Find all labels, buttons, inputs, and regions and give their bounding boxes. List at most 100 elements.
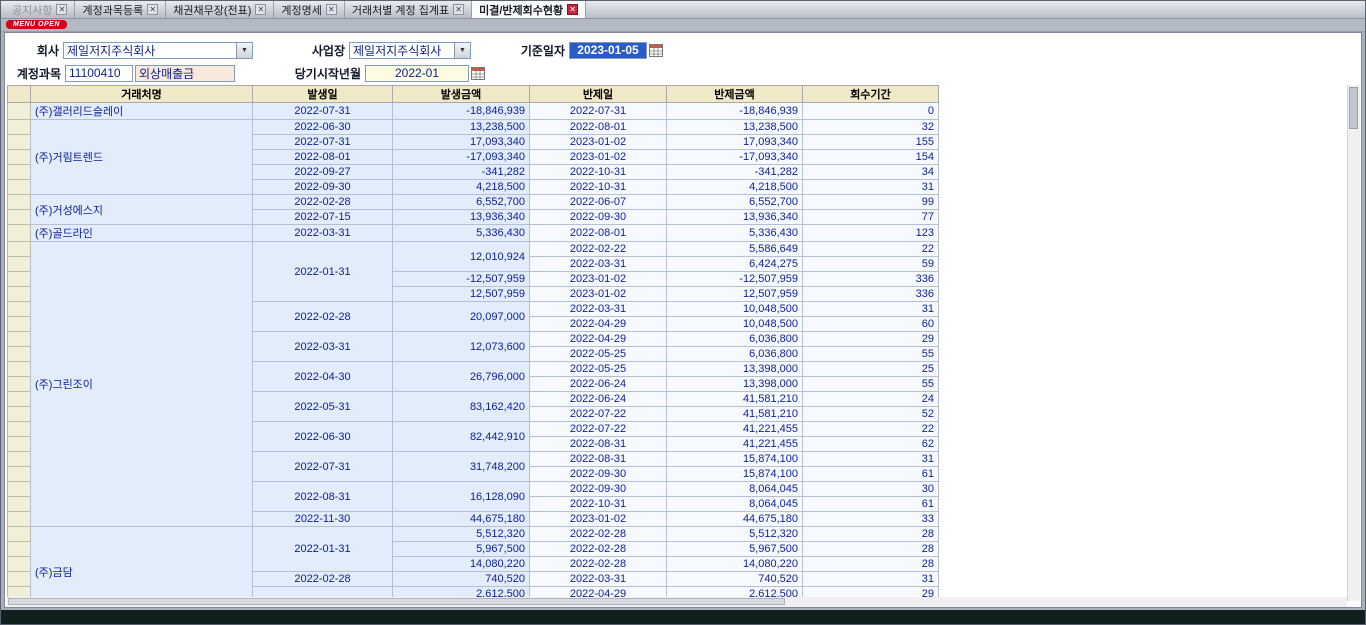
occur-amount-cell[interactable]: 83,162,420 <box>393 392 530 422</box>
collect-days-cell[interactable]: 154 <box>803 150 939 165</box>
row-selector[interactable] <box>8 225 31 242</box>
row-selector[interactable] <box>8 302 31 317</box>
row-selector[interactable] <box>8 452 31 467</box>
settle-amount-cell[interactable]: 17,093,340 <box>667 135 803 150</box>
collect-days-cell[interactable]: 31 <box>803 180 939 195</box>
occur-amount-cell[interactable]: 26,796,000 <box>393 362 530 392</box>
tab-close-icon[interactable]: ✕ <box>147 4 158 15</box>
collect-days-cell[interactable]: 24 <box>803 392 939 407</box>
row-selector[interactable] <box>8 527 31 542</box>
collect-days-cell[interactable]: 28 <box>803 557 939 572</box>
settle-date-cell[interactable]: 2022-07-31 <box>530 103 667 120</box>
collect-days-cell[interactable]: 30 <box>803 482 939 497</box>
row-selector[interactable] <box>8 467 31 482</box>
collect-days-cell[interactable]: 77 <box>803 210 939 225</box>
settle-amount-cell[interactable]: 5,512,320 <box>667 527 803 542</box>
occur-date-cell[interactable]: 2022-09-27 <box>253 165 393 180</box>
workplace-select[interactable]: 제일저지주식회사 ▼ <box>349 42 471 59</box>
occur-date-cell[interactable]: 2022-07-31 <box>253 452 393 482</box>
settle-date-cell[interactable]: 2022-04-29 <box>530 317 667 332</box>
occur-date-cell[interactable]: 2022-02-28 <box>253 302 393 332</box>
collect-days-cell[interactable]: 25 <box>803 362 939 377</box>
occur-date-cell[interactable]: 2022-11-30 <box>253 512 393 527</box>
chevron-down-icon[interactable]: ▼ <box>236 43 252 58</box>
collect-days-cell[interactable]: 31 <box>803 572 939 587</box>
row-selector[interactable] <box>8 317 31 332</box>
collect-days-cell[interactable]: 28 <box>803 527 939 542</box>
settle-amount-cell[interactable]: 41,581,210 <box>667 392 803 407</box>
occur-amount-cell[interactable]: 5,336,430 <box>393 225 530 242</box>
base-date-input[interactable] <box>569 42 647 59</box>
collect-days-cell[interactable]: 29 <box>803 332 939 347</box>
row-selector[interactable] <box>8 347 31 362</box>
settle-date-cell[interactable]: 2022-09-30 <box>530 467 667 482</box>
settle-amount-cell[interactable]: 41,221,455 <box>667 422 803 437</box>
settle-amount-cell[interactable]: 13,398,000 <box>667 377 803 392</box>
settle-amount-cell[interactable]: 10,048,500 <box>667 302 803 317</box>
tab-2[interactable]: 계정과목등록✕ <box>75 1 166 18</box>
collect-days-cell[interactable]: 336 <box>803 287 939 302</box>
settle-date-cell[interactable]: 2022-09-30 <box>530 210 667 225</box>
settle-amount-cell[interactable]: -12,507,959 <box>667 272 803 287</box>
occur-amount-cell[interactable]: 13,238,500 <box>393 120 530 135</box>
settle-date-cell[interactable]: 2022-03-31 <box>530 257 667 272</box>
collect-days-cell[interactable]: 31 <box>803 302 939 317</box>
collect-days-cell[interactable]: 22 <box>803 422 939 437</box>
collect-days-cell[interactable]: 33 <box>803 512 939 527</box>
row-selector[interactable] <box>8 195 31 210</box>
occur-amount-cell[interactable]: 5,512,320 <box>393 527 530 542</box>
row-selector[interactable] <box>8 180 31 195</box>
customer-cell[interactable]: (주)갤러리드슬레이 <box>31 103 253 120</box>
occur-amount-cell[interactable]: 12,010,924 <box>393 242 530 272</box>
settle-amount-cell[interactable]: 15,874,100 <box>667 452 803 467</box>
horizontal-scrollbar[interactable] <box>7 597 1347 607</box>
settle-amount-cell[interactable]: 41,221,455 <box>667 437 803 452</box>
row-selector[interactable] <box>8 150 31 165</box>
settle-amount-cell[interactable]: -18,846,939 <box>667 103 803 120</box>
company-select[interactable]: 제일저지주식회사 ▼ <box>63 42 253 59</box>
settle-date-cell[interactable]: 2022-02-28 <box>530 557 667 572</box>
scrollbar-thumb[interactable] <box>1349 87 1358 129</box>
row-selector[interactable] <box>8 392 31 407</box>
calendar-icon[interactable] <box>649 43 663 57</box>
row-selector[interactable] <box>8 287 31 302</box>
settle-date-cell[interactable]: 2023-01-02 <box>530 512 667 527</box>
settle-amount-cell[interactable]: 13,936,340 <box>667 210 803 225</box>
customer-cell[interactable]: (주)금담 <box>31 527 253 602</box>
table-row[interactable]: (주)골드라인2022-03-315,336,4302022-08-015,33… <box>8 225 939 242</box>
settle-amount-cell[interactable]: 8,064,045 <box>667 497 803 512</box>
table-row[interactable]: (주)거림트렌드2022-06-3013,238,5002022-08-0113… <box>8 120 939 135</box>
settle-date-cell[interactable]: 2022-09-30 <box>530 482 667 497</box>
row-selector[interactable] <box>8 332 31 347</box>
row-selector[interactable] <box>8 422 31 437</box>
occur-date-cell[interactable]: 2022-04-30 <box>253 362 393 392</box>
settle-date-cell[interactable]: 2022-06-24 <box>530 377 667 392</box>
occur-amount-cell[interactable]: 17,093,340 <box>393 135 530 150</box>
settle-date-cell[interactable]: 2022-08-01 <box>530 120 667 135</box>
row-selector[interactable] <box>8 437 31 452</box>
row-selector[interactable] <box>8 557 31 572</box>
settle-date-cell[interactable]: 2022-02-28 <box>530 527 667 542</box>
occur-amount-cell[interactable]: 4,218,500 <box>393 180 530 195</box>
collect-days-cell[interactable]: 28 <box>803 542 939 557</box>
row-selector[interactable] <box>8 377 31 392</box>
collect-days-cell[interactable]: 59 <box>803 257 939 272</box>
occur-amount-cell[interactable]: 13,936,340 <box>393 210 530 225</box>
chevron-down-icon[interactable]: ▼ <box>454 43 470 58</box>
settle-date-cell[interactable]: 2022-08-31 <box>530 437 667 452</box>
settle-date-cell[interactable]: 2022-03-31 <box>530 302 667 317</box>
occur-amount-cell[interactable]: -18,846,939 <box>393 103 530 120</box>
settle-amount-cell[interactable]: 740,520 <box>667 572 803 587</box>
occur-date-cell[interactable]: 2022-07-31 <box>253 103 393 120</box>
occur-date-cell[interactable]: 2022-01-31 <box>253 527 393 572</box>
occur-date-cell[interactable]: 2022-03-31 <box>253 225 393 242</box>
settle-date-cell[interactable]: 2022-02-22 <box>530 242 667 257</box>
settle-date-cell[interactable]: 2022-06-24 <box>530 392 667 407</box>
settle-date-cell[interactable]: 2022-07-22 <box>530 407 667 422</box>
row-selector[interactable] <box>8 103 31 120</box>
settle-date-cell[interactable]: 2022-07-22 <box>530 422 667 437</box>
collect-days-cell[interactable]: 22 <box>803 242 939 257</box>
settle-amount-cell[interactable]: 12,507,959 <box>667 287 803 302</box>
settle-amount-cell[interactable]: 4,218,500 <box>667 180 803 195</box>
table-row[interactable]: (주)그린조이2022-01-3112,010,9242022-02-225,5… <box>8 242 939 257</box>
